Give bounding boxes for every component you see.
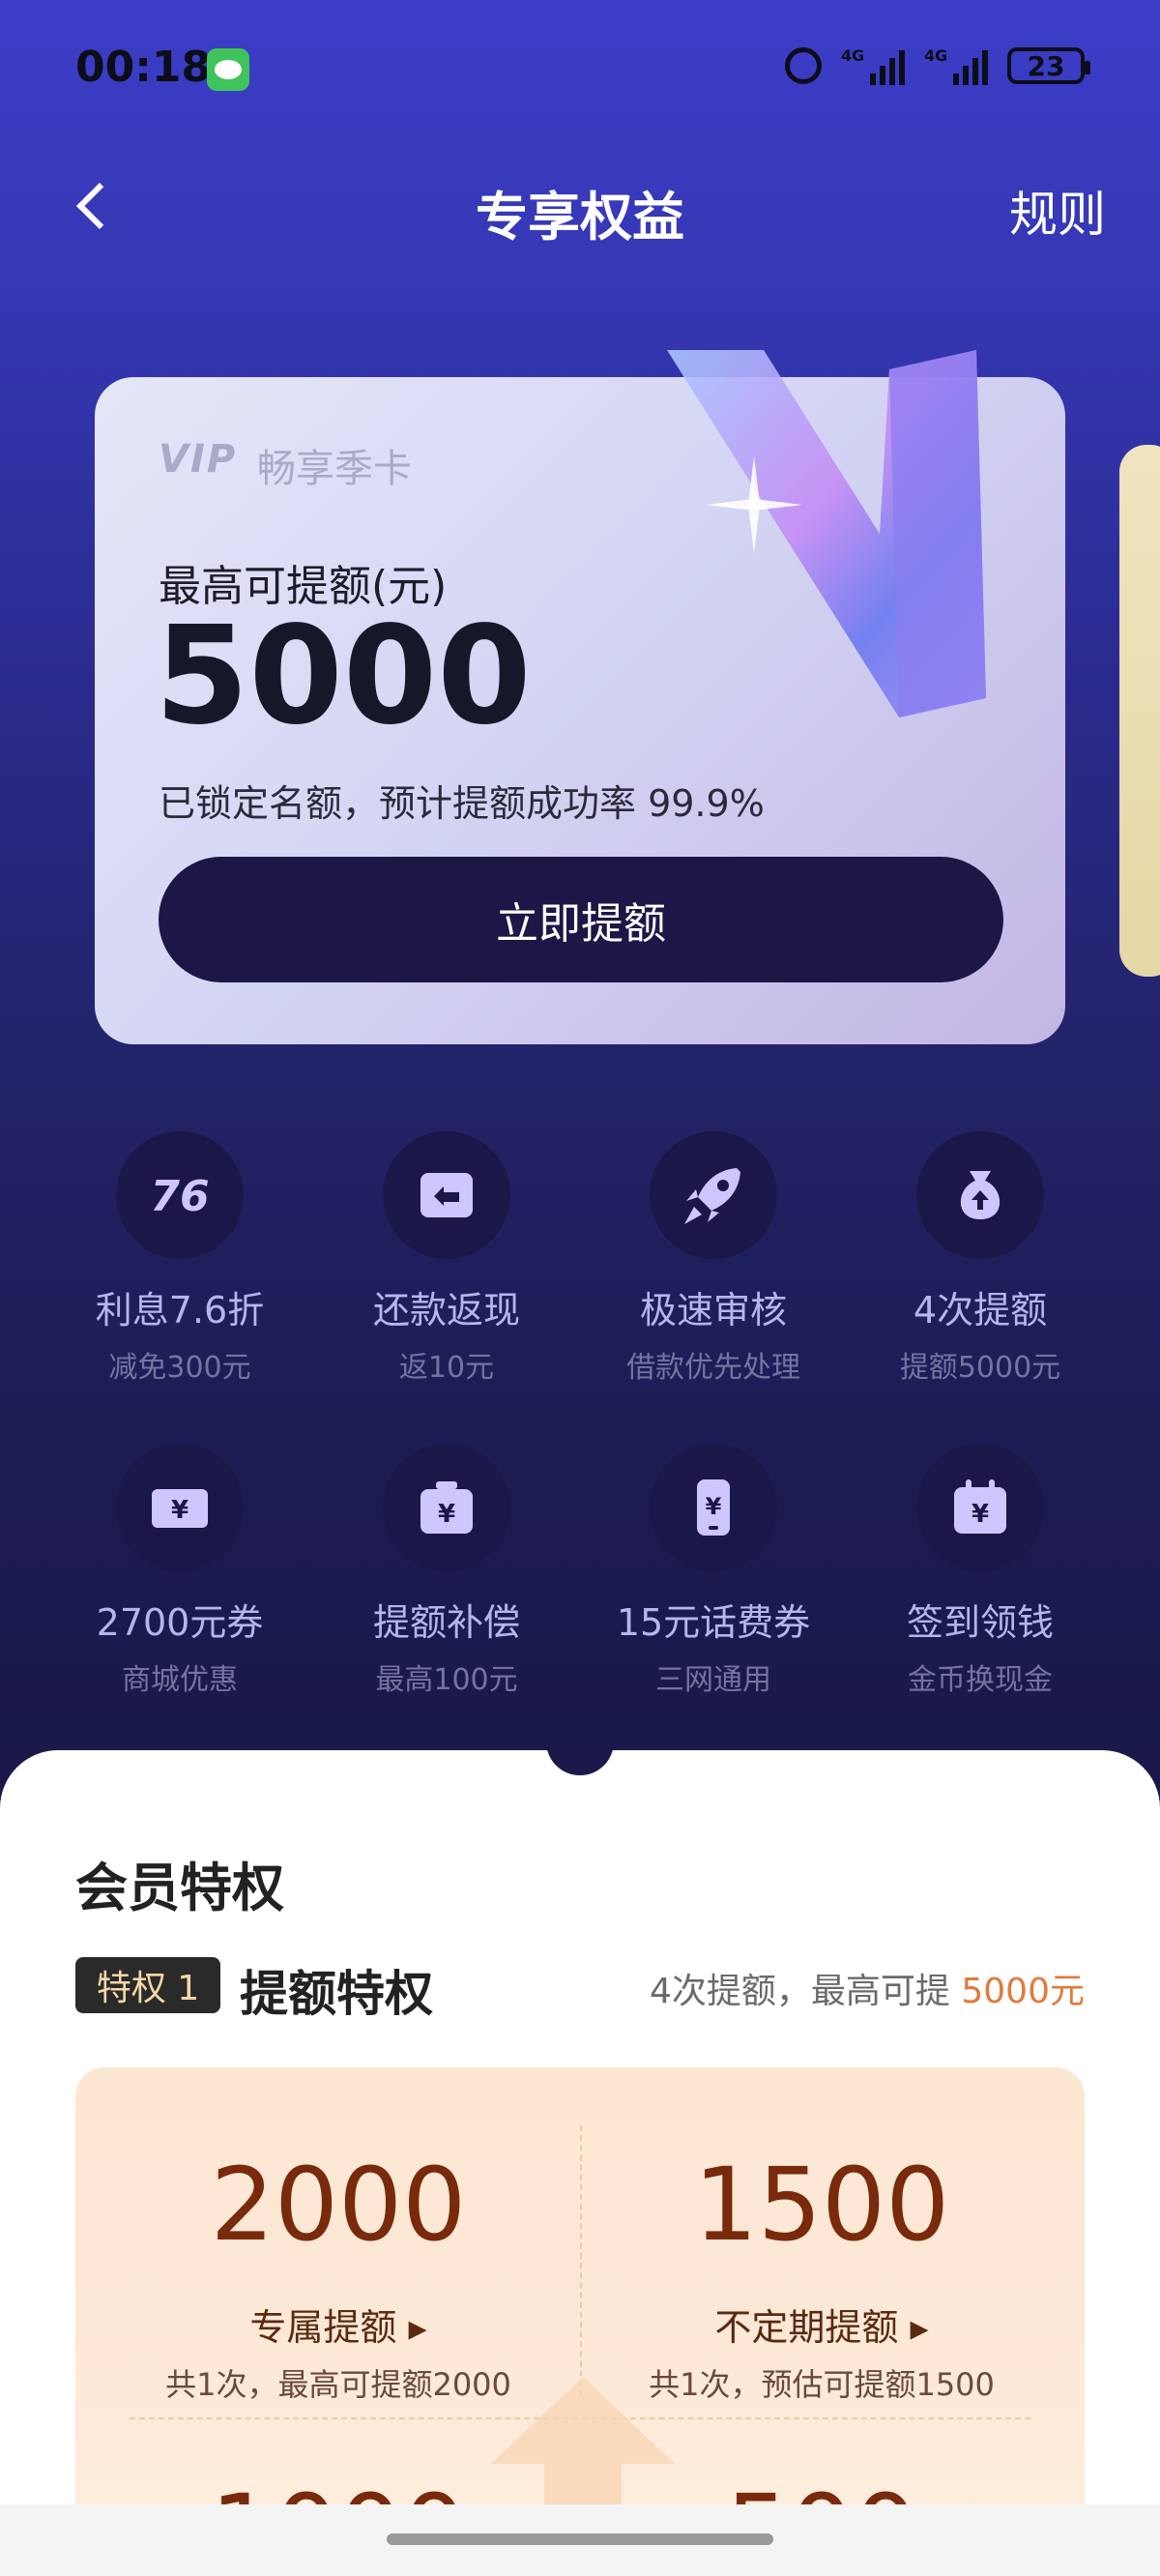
signal-icon-2: 4G [924,46,988,85]
page-title: 专享权益 [476,187,684,248]
offer-value: 1500 [693,2146,950,2264]
alarm-icon [785,47,822,84]
section-title: 会员特权 [75,1858,284,1918]
benefit-subtitle: 最高100元 [375,1663,518,1697]
status-bar: 00:18 4G 4G 23 [0,0,1160,145]
offer-irregular[interactable]: 1500 不定期提额 ▸ 共1次，预估可提额1500 [580,2154,1063,2405]
money-bag-icon [916,1131,1044,1259]
system-icons: 4G 4G 23 [785,46,1090,85]
battery-level: 23 [1027,49,1065,82]
benefit-title: 极速审核 [639,1289,787,1332]
benefit-cashback[interactable]: 还款返现 返10元 [313,1131,580,1386]
cashback-icon [383,1131,510,1259]
offer-exclusive[interactable]: 2000 专属提额 ▸ 共1次，最高可提额2000 [97,2154,580,2405]
lock-note: 已锁定名额，预计提额成功率 99.9% [159,782,765,825]
benefit-subtitle: 返10元 [398,1351,495,1385]
wechat-icon [207,48,249,91]
svg-text:¥: ¥ [171,1496,188,1525]
raise-limit-button[interactable]: 立即提额 [159,857,1003,982]
benefit-subtitle: 减免300元 [108,1351,251,1385]
benefit-title: 还款返现 [372,1289,520,1332]
offer-name[interactable]: 不定期提额 ▸ [580,2298,1063,2351]
svg-text:¥: ¥ [438,1500,455,1529]
privilege-tag: 特权 1 [75,1957,220,2013]
next-card-peek[interactable] [1119,445,1160,977]
benefit-limit-raises[interactable]: 4次提额 提额5000元 [847,1131,1114,1386]
compensation-icon: ¥ [383,1444,510,1571]
offer-name[interactable]: 专属提额 ▸ [97,2298,580,2351]
rocket-icon [650,1131,777,1259]
benefit-compensation[interactable]: ¥ 提额补偿 最高100元 [313,1444,580,1698]
benefit-subtitle: 商城优惠 [122,1663,238,1697]
limit-value: 5000 [155,598,532,755]
checkin-icon: ¥ [916,1444,1044,1571]
benefit-fast-review[interactable]: 极速审核 借款优先处理 [580,1131,847,1386]
discount-76-icon: 76 [116,1131,244,1259]
battery-icon: 23 [1007,47,1090,84]
benefit-title: 2700元券 [96,1601,264,1644]
benefit-title: 15元话费券 [616,1601,811,1644]
benefits-grid: 76 利息7.6折 减免300元 还款返现 返10元 极速审核 借款优先处理 4… [0,1131,1160,1698]
phone-bill-icon: ¥ [650,1444,777,1571]
home-indicator[interactable] [387,2533,773,2545]
privilege-note: 4次提额，最高可提 5000元 [650,1963,1085,2013]
benefit-phone-bill[interactable]: ¥ 15元话费券 三网通用 [580,1444,847,1698]
benefit-checkin[interactable]: ¥ 签到领钱 金币换现金 [847,1444,1114,1698]
vip-v-emblem-icon [667,350,986,717]
benefit-subtitle: 金币换现金 [908,1663,1053,1697]
offer-desc: 共1次，最高可提额2000 [165,2366,511,2403]
coupon-icon: ¥ [116,1444,244,1571]
privilege-header: 特权 1 提额特权 4次提额，最高可提 5000元 [75,1955,1085,2022]
privilege-note-text: 4次提额，最高可提 [650,1972,950,2011]
benefit-subtitle: 借款优先处理 [626,1351,800,1385]
vip-card-name: 畅享季卡 [257,447,412,491]
svg-text:¥: ¥ [972,1500,989,1529]
benefit-subtitle: 三网通用 [655,1663,771,1697]
benefit-coupon[interactable]: ¥ 2700元券 商城优惠 [46,1444,313,1698]
privilege-name: 提额特权 [240,1966,433,2022]
benefit-subtitle: 提额5000元 [899,1351,1061,1385]
benefit-title: 签到领钱 [906,1601,1054,1644]
vip-logo: VIP [159,437,238,482]
benefit-title: 提额补偿 [372,1601,520,1644]
signal-icon: 4G [841,46,905,85]
benefit-title: 4次提额 [913,1289,1048,1332]
offers-panel: 2000 专属提额 ▸ 共1次，最高可提额2000 1500 不定期提额 ▸ 共… [75,2067,1085,2576]
offer-desc: 共1次，预估可提额1500 [649,2366,995,2403]
clock: 00:18 [75,43,212,92]
top-nav: 专享权益 规则 [0,155,1160,251]
svg-text:¥: ¥ [706,1493,722,1520]
rules-link[interactable]: 规则 [1009,176,1106,246]
benefit-interest-discount[interactable]: 76 利息7.6折 减免300元 [46,1131,313,1386]
benefit-title: 利息7.6折 [95,1289,265,1332]
svg-text:76: 76 [150,1172,209,1221]
privilege-highlight: 5000元 [961,1972,1085,2011]
offer-value: 2000 [210,2146,467,2264]
